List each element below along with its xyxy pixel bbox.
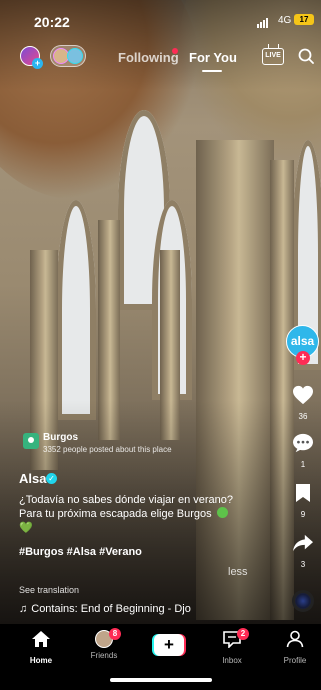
leaf-emoji-icon [216,507,228,518]
music-info[interactable]: ♫ Contains: End of Beginning - Djo [19,603,191,615]
nav-inbox[interactable]: 2 Inbox [207,628,257,665]
friends-badge: 8 [109,628,121,640]
music-note-icon: ♫ [19,603,28,615]
music-title: Contains: End of Beginning - Djo [31,603,191,615]
author-name[interactable]: Alsa [19,471,46,486]
save-button[interactable]: 9 [286,483,320,519]
network-label: 4G [278,15,292,26]
like-button[interactable]: 36 [286,385,320,421]
green-heart-emoji: 💚 [19,522,33,534]
home-icon [32,631,50,647]
heart-icon [293,385,313,405]
nav-home-label: Home [29,656,53,665]
profile-icon [286,630,304,648]
top-nav: + Following For You LIVE [0,42,321,76]
save-count: 9 [300,510,306,519]
comment-count: 1 [300,460,306,469]
nav-inbox-label: Inbox [222,656,242,665]
music-disc-icon[interactable] [292,590,314,612]
like-count: 36 [298,412,308,421]
status-bar: 20:22 4G 17 [0,0,321,40]
hashtags[interactable]: #Burgos #Alsa #Verano [19,546,142,558]
notification-dot [172,48,178,54]
caption-line: Para tu próxima escapada elige Burgos [19,508,212,520]
location-pin-icon [23,433,39,449]
share-button[interactable]: 3 [286,533,320,569]
nav-friends-label: Friends [90,651,118,660]
inbox-badge: 2 [237,628,249,640]
location-subtitle: 3352 people posted about this place [43,445,172,454]
nav-profile[interactable]: Profile [270,630,320,665]
tab-for-you[interactable]: For You [189,50,237,65]
nav-friends[interactable]: 8 Friends [79,628,129,660]
post-caption[interactable]: ¿Todavía no sabes dónde viajar en verano… [19,493,274,535]
avatar [67,48,83,64]
plus-icon: + [154,634,184,656]
bookmark-icon [296,484,310,502]
profile-add-icon[interactable]: + [20,46,43,69]
location-name: Burgos [43,432,78,443]
plus-icon: + [32,58,43,69]
signal-icon [257,18,268,28]
comment-button[interactable]: 1 [286,433,320,469]
friends-avatars-icon[interactable] [50,45,86,67]
create-button[interactable]: + [152,634,186,656]
tab-following[interactable]: Following [118,50,179,65]
verified-icon: ✓ [46,473,57,484]
nav-home[interactable]: Home [16,630,66,665]
battery-icon: 17 [294,14,314,25]
home-indicator [110,678,212,682]
follow-button[interactable]: + [296,351,310,365]
window-arch [56,200,96,420]
location-chip[interactable]: Burgos 3352 people posted about this pla… [19,430,199,460]
share-count: 3 [300,560,306,569]
comment-icon [293,433,313,453]
see-translation-link[interactable]: See translation [19,585,79,595]
live-icon[interactable]: LIVE [262,48,284,65]
nav-profile-label: Profile [283,656,307,665]
share-icon [293,534,313,552]
search-icon[interactable] [298,48,314,64]
active-tab-indicator [202,70,222,72]
video-frame[interactable] [0,0,321,632]
status-time: 20:22 [34,14,70,30]
less-button[interactable]: less [228,566,248,578]
caption-line: ¿Todavía no sabes dónde viajar en verano… [19,494,234,506]
